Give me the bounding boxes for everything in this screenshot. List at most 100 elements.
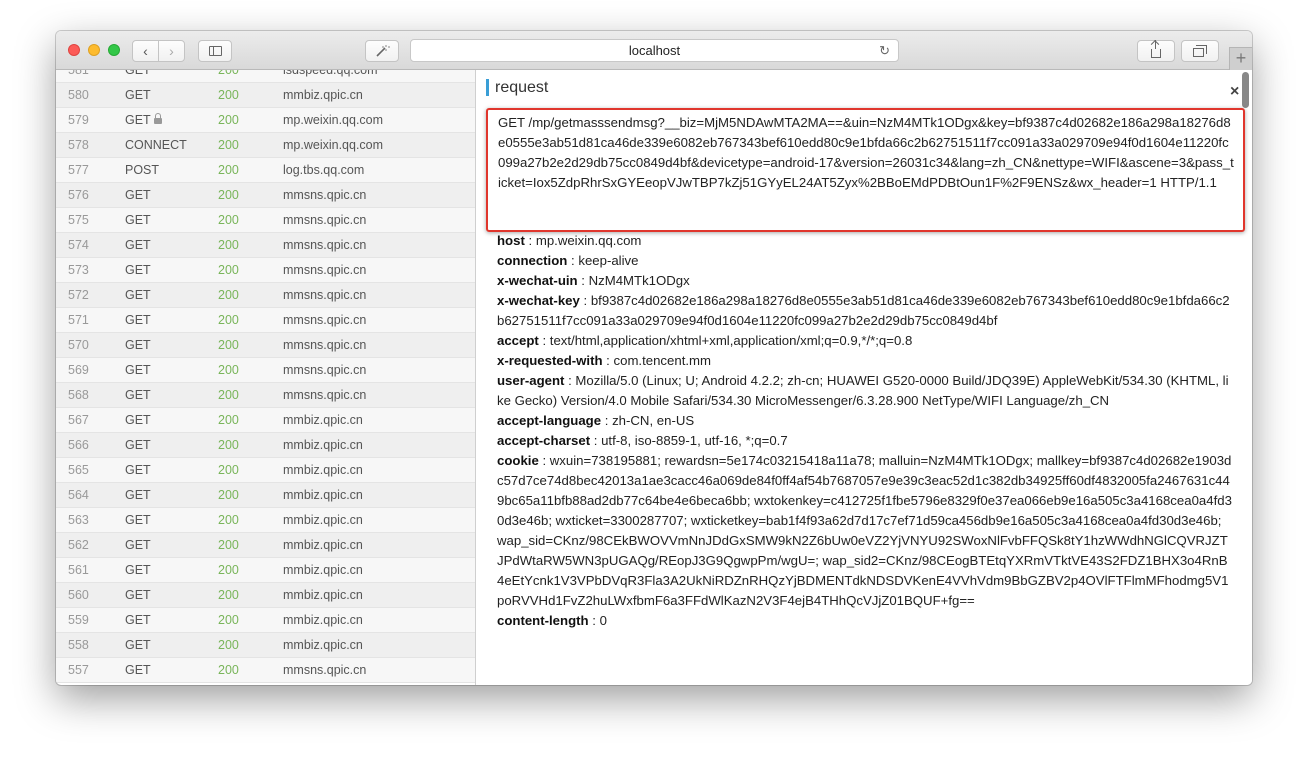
- table-row[interactable]: 581 GET 200 isdspeed.qq.com: [56, 70, 475, 83]
- table-row[interactable]: 558 GET 200 mmbiz.qpic.cn: [56, 633, 475, 658]
- request-status: 200: [218, 138, 239, 152]
- request-host: log.tbs.qq.com: [283, 163, 365, 177]
- table-row[interactable]: 578 CONNECT 200 mp.weixin.qq.com: [56, 133, 475, 158]
- request-method: GET: [125, 213, 151, 227]
- table-row[interactable]: 557 GET 200 mmsns.qpic.cn: [56, 658, 475, 683]
- table-row[interactable]: 580 GET 200 mmbiz.qpic.cn: [56, 83, 475, 108]
- reload-icon[interactable]: ↻: [879, 40, 890, 61]
- table-row[interactable]: 575 GET 200 mmsns.qpic.cn: [56, 208, 475, 233]
- request-host: mmsns.qpic.cn: [283, 263, 367, 277]
- table-row[interactable]: 564 GET 200 mmbiz.qpic.cn: [56, 483, 475, 508]
- new-tab-button[interactable]: +: [1229, 47, 1252, 70]
- table-row[interactable]: 568 GET 200 mmsns.qpic.cn: [56, 383, 475, 408]
- request-status: 200: [218, 213, 239, 227]
- lock-icon: [153, 113, 162, 124]
- table-row[interactable]: 561 GET 200 mmbiz.qpic.cn: [56, 558, 475, 583]
- request-method: GET: [125, 108, 162, 132]
- table-row[interactable]: 579 GET 200 mp.weixin.qq.com: [56, 108, 475, 133]
- table-row[interactable]: 566 GET 200 mmbiz.qpic.cn: [56, 433, 475, 458]
- header-value: wxuin=738195881; rewardsn=5e174c03215418…: [497, 453, 1232, 608]
- request-status: 200: [218, 438, 239, 452]
- header-entry: content-length : 0: [497, 613, 607, 628]
- request-host: mmbiz.qpic.cn: [283, 463, 363, 477]
- table-row[interactable]: 567 GET 200 mmbiz.qpic.cn: [56, 408, 475, 433]
- request-id: 559: [68, 613, 89, 627]
- request-id: 577: [68, 163, 89, 177]
- request-status: 200: [218, 88, 239, 102]
- table-row[interactable]: 574 GET 200 mmsns.qpic.cn: [56, 233, 475, 258]
- zoom-window-button[interactable]: [108, 44, 120, 56]
- extension-button[interactable]: [365, 40, 399, 62]
- close-icon[interactable]: ×: [1230, 83, 1239, 101]
- scrollbar[interactable]: [1242, 72, 1249, 108]
- request-method: GET: [125, 588, 151, 602]
- close-window-button[interactable]: [68, 44, 80, 56]
- header-value: Mozilla/5.0 (Linux; U; Android 4.2.2; zh…: [497, 373, 1229, 408]
- back-button[interactable]: ‹: [132, 40, 159, 62]
- panel-title: request: [486, 79, 548, 96]
- table-row[interactable]: 560 GET 200 mmbiz.qpic.cn: [56, 583, 475, 608]
- table-row[interactable]: 563 GET 200 mmbiz.qpic.cn: [56, 508, 475, 533]
- request-host: mmsns.qpic.cn: [283, 313, 367, 327]
- table-row[interactable]: 569 GET 200 mmsns.qpic.cn: [56, 358, 475, 383]
- browser-window: ‹ › localhost ↻ + 581 GET 200 isdspeed.qq.c…: [56, 31, 1252, 685]
- table-row[interactable]: 573 GET 200 mmsns.qpic.cn: [56, 258, 475, 283]
- request-host: mmsns.qpic.cn: [283, 188, 367, 202]
- wand-icon: [376, 45, 390, 57]
- table-row[interactable]: 576 GET 200 mmsns.qpic.cn: [56, 183, 475, 208]
- header-name: user-agent: [497, 373, 565, 388]
- request-method: GET: [125, 388, 151, 402]
- request-host: mmsns.qpic.cn: [283, 238, 367, 252]
- header-entry: connection : keep-alive: [497, 253, 639, 268]
- header-entry: accept-charset : utf-8, iso-8859-1, utf-…: [497, 433, 788, 448]
- table-row[interactable]: 565 GET 200 mmbiz.qpic.cn: [56, 458, 475, 483]
- request-host: mmbiz.qpic.cn: [283, 413, 363, 427]
- request-host: mmsns.qpic.cn: [283, 363, 367, 377]
- request-id: 574: [68, 238, 89, 252]
- request-id: 569: [68, 363, 89, 377]
- forward-button[interactable]: ›: [158, 40, 185, 62]
- chevron-left-icon: ‹: [143, 43, 148, 59]
- request-method: GET: [125, 538, 151, 552]
- header-value: text/html,application/xhtml+xml,applicat…: [549, 333, 913, 348]
- request-method: GET: [125, 188, 151, 202]
- header-name: x-requested-with: [497, 353, 603, 368]
- request-host: mmbiz.qpic.cn: [283, 563, 363, 577]
- table-row[interactable]: 577 POST 200 log.tbs.qq.com: [56, 158, 475, 183]
- header-name: cookie: [497, 453, 539, 468]
- request-host: mmbiz.qpic.cn: [283, 613, 363, 627]
- request-status: 200: [218, 288, 239, 302]
- chevron-right-icon: ›: [169, 43, 174, 59]
- request-method: GET: [125, 88, 151, 102]
- request-id: 578: [68, 138, 89, 152]
- request-id: 572: [68, 288, 89, 302]
- request-status: 200: [218, 613, 239, 627]
- request-host: mmbiz.qpic.cn: [283, 538, 363, 552]
- share-button[interactable]: [1137, 40, 1175, 62]
- request-host: mp.weixin.qq.com: [283, 113, 384, 127]
- request-method: GET: [125, 238, 151, 252]
- minimize-window-button[interactable]: [88, 44, 100, 56]
- table-row[interactable]: 571 GET 200 mmsns.qpic.cn: [56, 308, 475, 333]
- tab-overview-button[interactable]: [1181, 40, 1219, 62]
- header-value: bf9387c4d02682e186a298a18276d8e0555e3ab5…: [497, 293, 1230, 328]
- request-host: mmbiz.qpic.cn: [283, 513, 363, 527]
- request-line: GET /mp/getmasssendmsg?__biz=MjM5NDAwMTA…: [486, 108, 1245, 232]
- request-host: mp.weixin.qq.com: [283, 138, 384, 152]
- header-value: utf-8, iso-8859-1, utf-16, *;q=0.7: [601, 433, 788, 448]
- request-id: 563: [68, 513, 89, 527]
- request-method: GET: [125, 613, 151, 627]
- table-row[interactable]: 572 GET 200 mmsns.qpic.cn: [56, 283, 475, 308]
- request-id: 558: [68, 638, 89, 652]
- request-id: 579: [68, 113, 89, 127]
- table-row[interactable]: 570 GET 200 mmsns.qpic.cn: [56, 333, 475, 358]
- request-host: mmsns.qpic.cn: [283, 288, 367, 302]
- table-row[interactable]: 559 GET 200 mmbiz.qpic.cn: [56, 608, 475, 633]
- sidebar-toggle-button[interactable]: [198, 40, 232, 62]
- request-id: 575: [68, 213, 89, 227]
- address-bar[interactable]: localhost ↻: [410, 39, 899, 62]
- header-name: host: [497, 233, 525, 248]
- header-entry: x-wechat-uin : NzM4MTk1ODgx: [497, 273, 690, 288]
- request-id: 580: [68, 88, 89, 102]
- table-row[interactable]: 562 GET 200 mmbiz.qpic.cn: [56, 533, 475, 558]
